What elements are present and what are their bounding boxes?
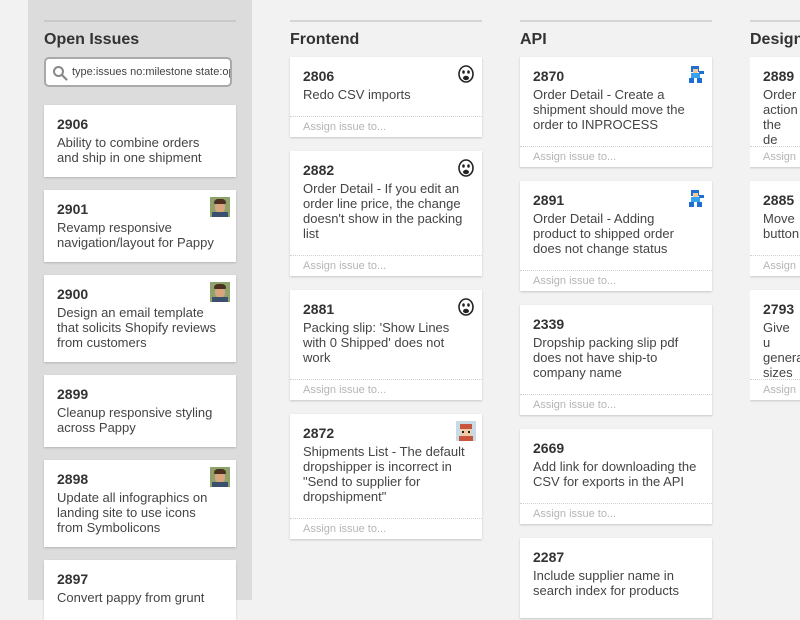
issue-title: Convert pappy from grunt (57, 590, 205, 605)
issue-number: 2897 (57, 571, 89, 587)
assign-issue-link[interactable]: Assign (750, 146, 800, 167)
issue-card[interactable]: 2669 Add link for downloading the CSV fo… (520, 429, 712, 524)
assignee-avatar[interactable] (210, 197, 230, 217)
monkey-avatar-icon[interactable] (456, 158, 476, 178)
issue-number: 2806 (303, 68, 335, 84)
issue-title: Packing slip: 'Show Lines with 0 Shipped… (303, 320, 450, 365)
open-issues-column: Open Issues 2906 Ability to combine orde… (28, 0, 252, 620)
issue-title: Cleanup responsive styling across Pappy (57, 405, 213, 435)
pixel-avatar-icon[interactable] (456, 421, 476, 441)
column-divider (750, 20, 800, 22)
issue-number: 2906 (57, 116, 89, 132)
issue-number: 2339 (533, 316, 565, 332)
column-divider (44, 20, 236, 22)
column-divider (520, 20, 712, 22)
issue-card[interactable]: 2870 Order Detail - Create a shipment sh… (520, 57, 712, 167)
issue-title: Update all infographics on landing site … (57, 490, 208, 535)
frontend-column: Frontend 2806 Redo CSV imports Assign is… (290, 0, 482, 600)
issue-card[interactable]: 2906 Ability to combine orders and ship … (44, 105, 236, 177)
issue-title: Shipments List - The default dropshipper… (303, 444, 465, 504)
issue-number: 2793 (763, 301, 795, 317)
issue-card[interactable]: 2900 Design an email template that solic… (44, 275, 236, 362)
issue-card[interactable]: 2897 Convert pappy from grunt (44, 560, 236, 620)
issue-card[interactable]: 2339 Dropship packing slip pdf does not … (520, 305, 712, 415)
issue-card[interactable]: 2881 Packing slip: 'Show Lines with 0 Sh… (290, 290, 482, 400)
issue-card[interactable]: 2287 Include supplier name in search ind… (520, 538, 712, 618)
issue-card[interactable]: 2899 Cleanup responsive styling across P… (44, 375, 236, 447)
issue-number: 2891 (533, 192, 565, 208)
column-title-frontend: Frontend (290, 31, 360, 48)
assign-issue-link[interactable]: Assign (750, 255, 800, 276)
assign-issue-link[interactable]: Assign issue to... (520, 270, 712, 291)
issue-number: 2885 (763, 192, 795, 208)
megaman-avatar-icon[interactable] (686, 64, 706, 84)
assign-issue-link[interactable]: Assign issue to... (520, 394, 712, 415)
column-title-api: API (520, 31, 547, 48)
column-title-design: Design (750, 31, 800, 48)
assign-issue-link[interactable]: Assign issue to... (290, 379, 482, 400)
issue-number: 2899 (57, 386, 89, 402)
assignee-avatar[interactable] (210, 467, 230, 487)
issue-card[interactable]: 2872 Shipments List - The default dropsh… (290, 414, 482, 539)
column-title-open-issues: Open Issues (44, 31, 140, 48)
issue-card[interactable]: 2901 Revamp responsive navigation/layout… (44, 190, 236, 262)
assign-issue-link[interactable]: Assign issue to... (290, 518, 482, 539)
assign-issue-link[interactable]: Assign issue to... (520, 503, 712, 524)
assign-issue-link[interactable]: Assign issue to... (290, 255, 482, 276)
design-column: Design 2889 Order action the de Assign 2… (750, 0, 800, 600)
megaman-avatar-icon[interactable] (686, 188, 706, 208)
issue-card[interactable]: 2898 Update all infographics on landing … (44, 460, 236, 547)
issue-title: Give u genera sizes (763, 320, 800, 380)
issue-number: 2669 (533, 440, 565, 456)
issue-search-box[interactable] (44, 57, 232, 87)
issue-card[interactable]: 2885 Move button Assign (750, 181, 800, 276)
issue-title: Revamp responsive navigation/layout for … (57, 220, 214, 250)
issue-card[interactable]: 2806 Redo CSV imports Assign issue to... (290, 57, 482, 137)
issue-title: Dropship packing slip pdf does not have … (533, 335, 679, 380)
monkey-avatar-icon[interactable] (456, 297, 476, 317)
search-icon (53, 66, 68, 81)
issue-title: Ability to combine orders and ship in on… (57, 135, 202, 165)
issue-number: 2287 (533, 549, 565, 565)
issue-number: 2881 (303, 301, 335, 317)
issue-title: Add link for downloading the CSV for exp… (533, 459, 697, 489)
search-input[interactable] (72, 61, 230, 83)
issue-title: Order Detail - Adding product to shipped… (533, 211, 674, 256)
assignee-avatar[interactable] (210, 282, 230, 302)
issue-title: Design an email template that solicits S… (57, 305, 216, 350)
assign-issue-link[interactable]: Assign issue to... (290, 116, 482, 137)
monkey-avatar-icon[interactable] (456, 64, 476, 84)
assign-issue-link[interactable]: Assign issue to... (520, 146, 712, 167)
issue-number: 2872 (303, 425, 335, 441)
issue-title: Redo CSV imports (303, 87, 411, 102)
issue-number: 2898 (57, 471, 89, 487)
issue-title: Include supplier name in search index fo… (533, 568, 679, 598)
issue-title: Order Detail - If you edit an order line… (303, 181, 463, 241)
issue-card[interactable]: 2891 Order Detail - Adding product to sh… (520, 181, 712, 291)
issue-card[interactable]: 2793 Give u genera sizes Assign (750, 290, 800, 400)
issue-title: Move button (763, 211, 800, 241)
issue-title: Order action the de (763, 87, 798, 147)
issue-number: 2889 (763, 68, 795, 84)
assign-issue-link[interactable]: Assign (750, 379, 800, 400)
issue-number: 2882 (303, 162, 335, 178)
issue-card[interactable]: 2889 Order action the de Assign (750, 57, 800, 167)
issue-number: 2900 (57, 286, 89, 302)
api-column: API 2870 Order Detail - Create a shipmen… (520, 0, 712, 618)
issue-title: Order Detail - Create a shipment should … (533, 87, 685, 132)
column-divider (290, 20, 482, 22)
issue-card[interactable]: 2882 Order Detail - If you edit an order… (290, 151, 482, 276)
issue-number: 2870 (533, 68, 565, 84)
issue-number: 2901 (57, 201, 89, 217)
